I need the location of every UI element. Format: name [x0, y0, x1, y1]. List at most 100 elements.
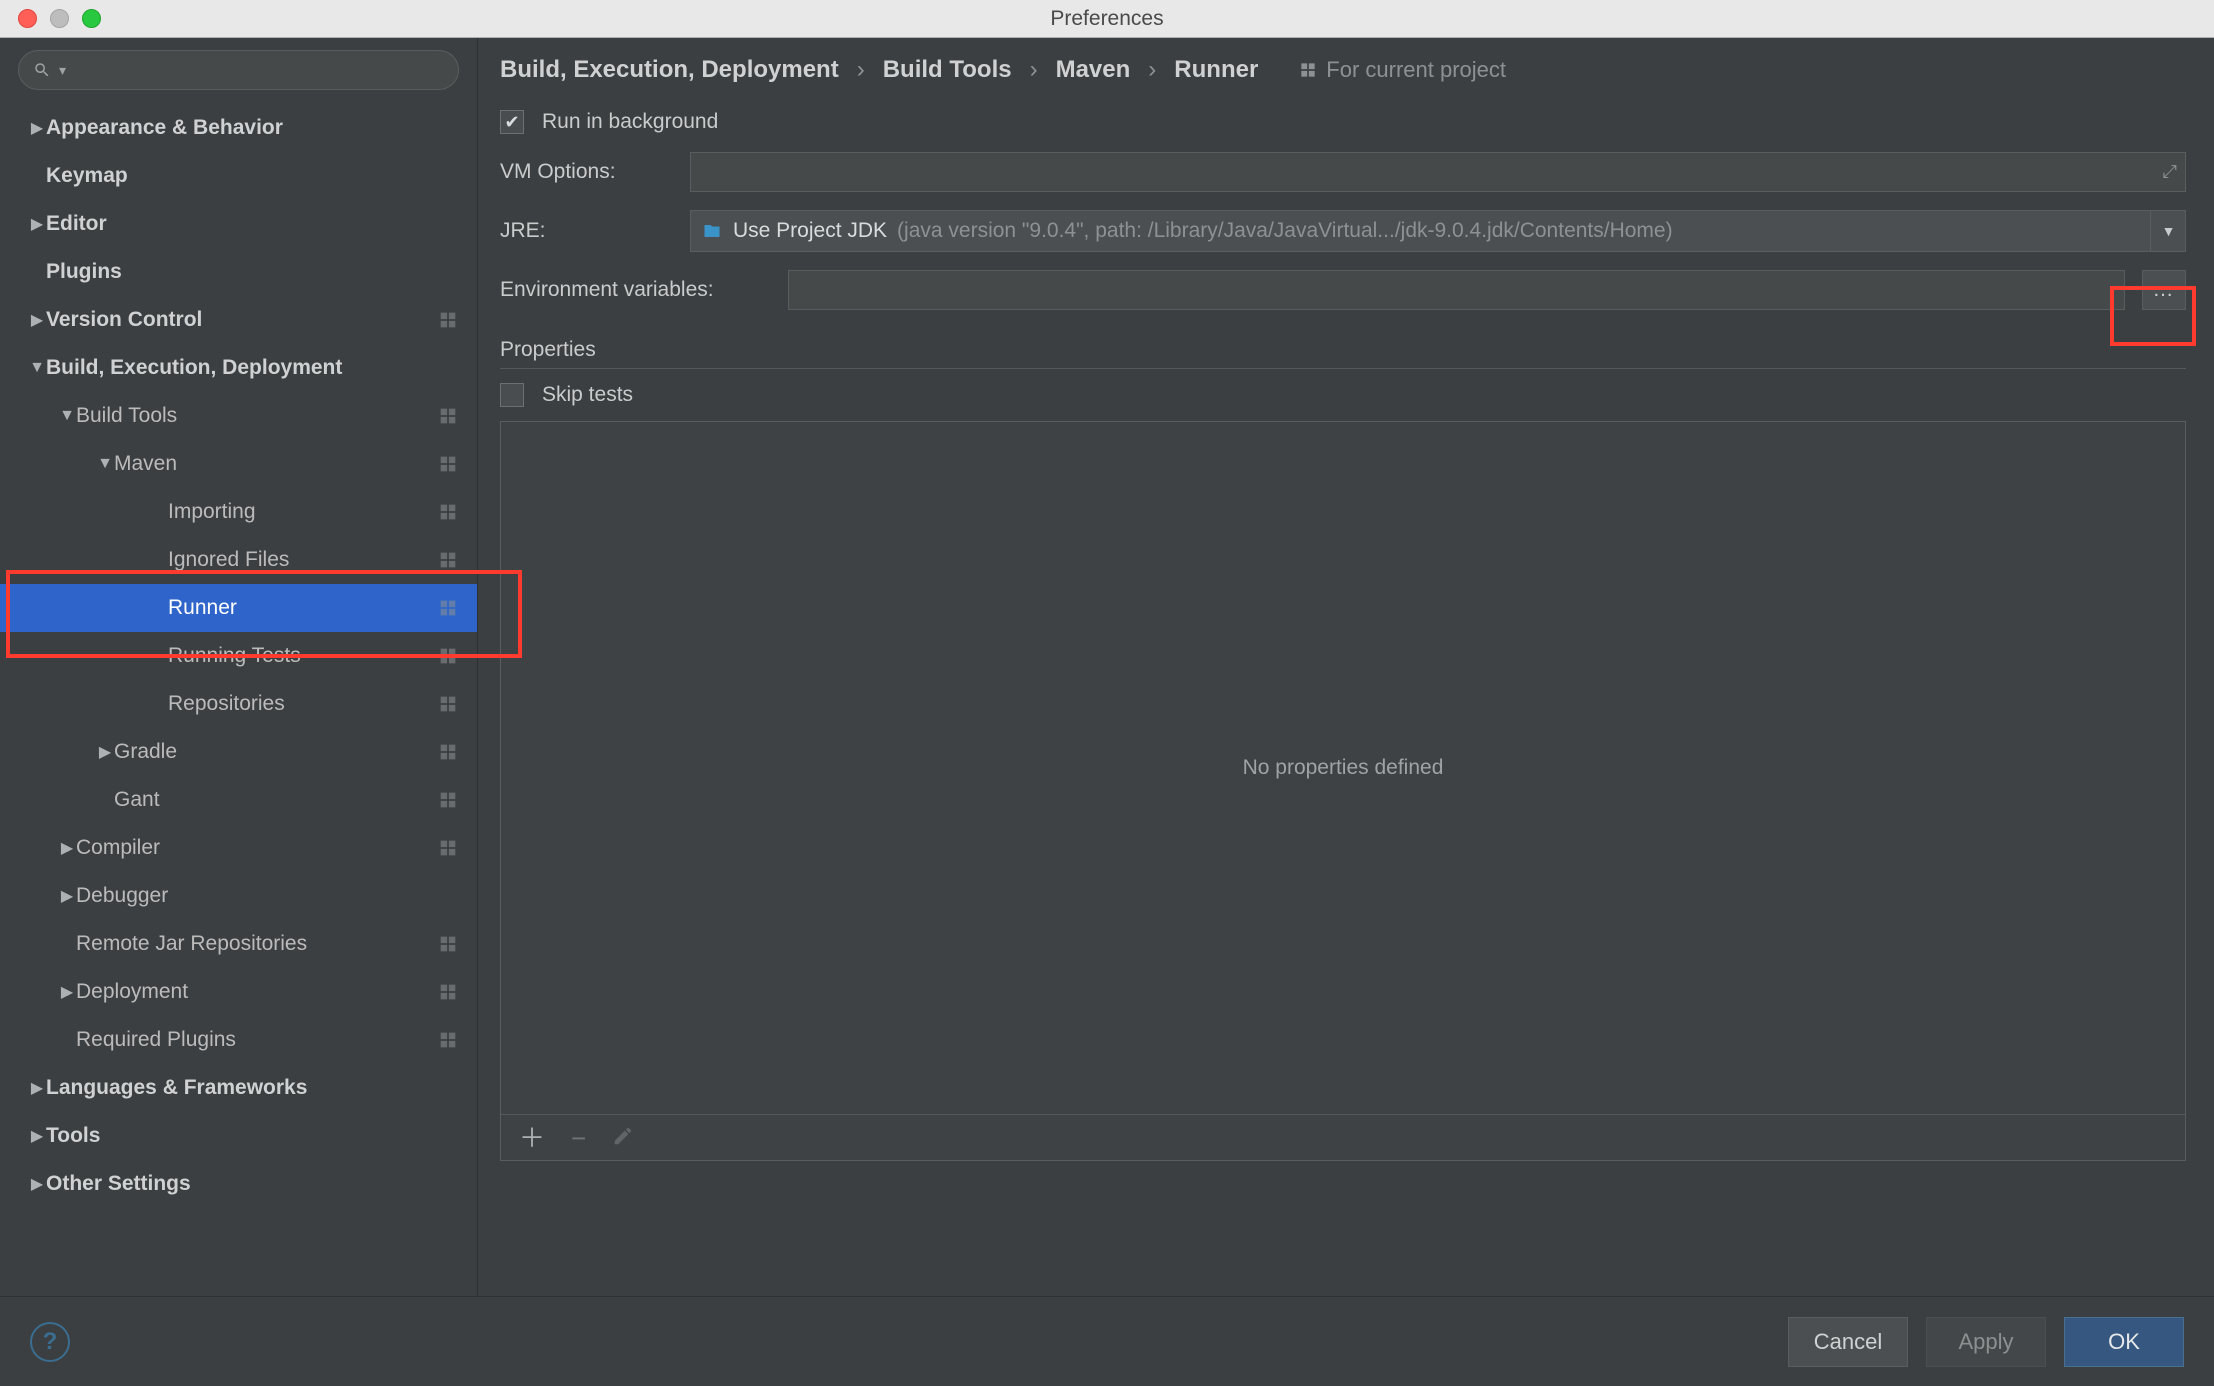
ok-button[interactable]: OK — [2064, 1317, 2184, 1367]
tree-item-editor[interactable]: ▶Editor — [0, 200, 477, 248]
breadcrumb-part[interactable]: Runner — [1174, 56, 1258, 84]
breadcrumb-part[interactable]: Build Tools — [883, 56, 1012, 84]
run-in-background-checkbox[interactable] — [500, 110, 524, 134]
project-scope-icon — [437, 693, 459, 715]
chevron-right-icon: ▶ — [28, 214, 46, 234]
chevron-right-icon: ▶ — [28, 1174, 46, 1194]
tree-item-label: Editor — [46, 212, 459, 236]
breadcrumb: Build, Execution, Deployment › Build Too… — [500, 56, 2186, 84]
chevron-right-icon: ▶ — [58, 886, 76, 906]
vm-options-input[interactable]: ⤢ — [690, 152, 2186, 192]
env-vars-input[interactable] — [788, 270, 2125, 310]
env-vars-browse-button[interactable]: … — [2142, 270, 2186, 310]
breadcrumb-sep: › — [1030, 56, 1038, 84]
tree-item-importing[interactable]: Importing — [0, 488, 477, 536]
project-scope-icon — [437, 1029, 459, 1051]
tree-item-gant[interactable]: Gant — [0, 776, 477, 824]
tree-item-languages-frameworks[interactable]: ▶Languages & Frameworks — [0, 1064, 477, 1112]
tree-item-keymap[interactable]: Keymap — [0, 152, 477, 200]
tree-item-gradle[interactable]: ▶Gradle — [0, 728, 477, 776]
content-pane: Build, Execution, Deployment › Build Too… — [478, 38, 2214, 1296]
jre-selected-detail: (java version "9.0.4", path: /Library/Ja… — [897, 219, 1673, 243]
tree-item-label: Plugins — [46, 260, 459, 284]
remove-property-button[interactable]: − — [571, 1125, 586, 1151]
tree-item-appearance-behavior[interactable]: ▶Appearance & Behavior — [0, 104, 477, 152]
tree-item-version-control[interactable]: ▶Version Control — [0, 296, 477, 344]
project-scope-icon — [437, 837, 459, 859]
tree-item-label: Other Settings — [46, 1172, 459, 1196]
tree-item-label: Gant — [114, 788, 437, 812]
tree-item-tools[interactable]: ▶Tools — [0, 1112, 477, 1160]
tree-item-build-tools[interactable]: ▼Build Tools — [0, 392, 477, 440]
search-chevron-icon: ▾ — [59, 62, 66, 79]
skip-tests-checkbox[interactable] — [500, 383, 524, 407]
tree-item-label: Version Control — [46, 308, 437, 332]
project-scope-icon — [437, 741, 459, 763]
tree-item-compiler[interactable]: ▶Compiler — [0, 824, 477, 872]
jre-dropdown-button[interactable]: ▼ — [2150, 210, 2186, 252]
tree-item-label: Repositories — [168, 692, 437, 716]
tree-item-debugger[interactable]: ▶Debugger — [0, 872, 477, 920]
sidebar: ▾ ▶Appearance & BehaviorKeymap▶EditorPlu… — [0, 38, 478, 1296]
properties-section-title: Properties — [500, 338, 2186, 362]
tree-item-runner[interactable]: Runner — [0, 584, 477, 632]
tree-item-label: Compiler — [76, 836, 437, 860]
tree-item-build-execution-deployment[interactable]: ▼Build, Execution, Deployment — [0, 344, 477, 392]
chevron-right-icon: ▶ — [58, 838, 76, 858]
project-scope-hint: For current project — [1298, 57, 1506, 83]
breadcrumb-part[interactable]: Maven — [1056, 56, 1131, 84]
tree-item-label: Build, Execution, Deployment — [46, 356, 459, 380]
tree-item-remote-jar-repositories[interactable]: Remote Jar Repositories — [0, 920, 477, 968]
tree-item-label: Runner — [168, 596, 437, 620]
env-vars-label: Environment variables: — [500, 278, 770, 302]
tree-item-label: Debugger — [76, 884, 459, 908]
tree-item-label: Build Tools — [76, 404, 437, 428]
project-scope-icon — [437, 549, 459, 571]
breadcrumb-part[interactable]: Build, Execution, Deployment — [500, 56, 839, 84]
search-icon — [33, 61, 51, 79]
tree-item-other-settings[interactable]: ▶Other Settings — [0, 1160, 477, 1208]
project-scope-icon — [437, 453, 459, 475]
tree-item-label: Deployment — [76, 980, 437, 1004]
tree-item-deployment[interactable]: ▶Deployment — [0, 968, 477, 1016]
expand-field-icon[interactable]: ⤢ — [2163, 162, 2177, 183]
tree-item-label: Languages & Frameworks — [46, 1076, 459, 1100]
tree-item-plugins[interactable]: Plugins — [0, 248, 477, 296]
edit-property-button[interactable] — [612, 1125, 634, 1151]
chevron-down-icon: ▼ — [96, 455, 114, 473]
project-scope-icon — [437, 501, 459, 523]
properties-toolbar: ＋ − — [501, 1114, 2185, 1160]
help-button[interactable]: ? — [30, 1322, 70, 1362]
tree-item-label: Importing — [168, 500, 437, 524]
cancel-button[interactable]: Cancel — [1788, 1317, 1908, 1367]
tree-item-maven[interactable]: ▼Maven — [0, 440, 477, 488]
add-property-button[interactable]: ＋ — [519, 1125, 545, 1151]
tree-item-label: Remote Jar Repositories — [76, 932, 437, 956]
settings-tree: ▶Appearance & BehaviorKeymap▶EditorPlugi… — [0, 100, 477, 1296]
tree-item-required-plugins[interactable]: Required Plugins — [0, 1016, 477, 1064]
properties-empty-text: No properties defined — [1243, 756, 1444, 780]
dialog-footer: ? Cancel Apply OK — [0, 1296, 2214, 1386]
tree-item-running-tests[interactable]: Running Tests — [0, 632, 477, 680]
jre-label: JRE: — [500, 219, 672, 243]
chevron-right-icon: ▶ — [28, 118, 46, 138]
run-in-background-label: Run in background — [542, 110, 718, 134]
chevron-right-icon: ▶ — [58, 982, 76, 1002]
chevron-right-icon: ▶ — [28, 1126, 46, 1146]
chevron-down-icon: ▼ — [58, 407, 76, 425]
tree-item-label: Running Tests — [168, 644, 437, 668]
tree-item-repositories[interactable]: Repositories — [0, 680, 477, 728]
jre-combobox[interactable]: Use Project JDK (java version "9.0.4", p… — [690, 210, 2186, 252]
chevron-down-icon: ▼ — [28, 359, 46, 377]
apply-button[interactable]: Apply — [1926, 1317, 2046, 1367]
ellipsis-icon: … — [2153, 278, 2176, 302]
divider — [500, 368, 2186, 369]
breadcrumb-sep: › — [857, 56, 865, 84]
tree-item-label: Ignored Files — [168, 548, 437, 572]
tree-item-ignored-files[interactable]: Ignored Files — [0, 536, 477, 584]
search-input[interactable]: ▾ — [18, 50, 459, 90]
tree-item-label: Appearance & Behavior — [46, 116, 459, 140]
breadcrumb-sep: › — [1148, 56, 1156, 84]
project-scope-icon — [437, 645, 459, 667]
tree-item-label: Tools — [46, 1124, 459, 1148]
